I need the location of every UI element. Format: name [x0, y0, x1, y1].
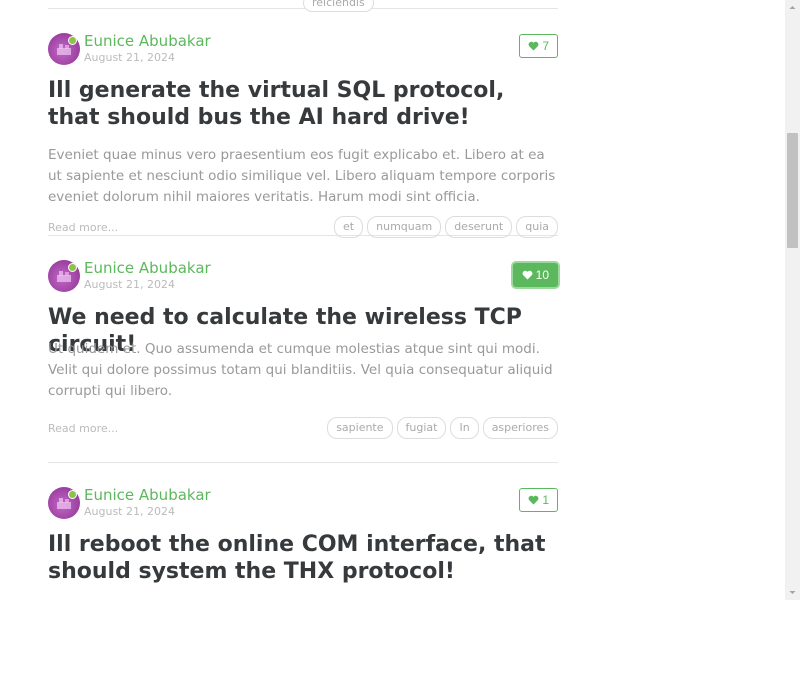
- avatar[interactable]: [48, 260, 80, 292]
- scroll-down-arrow-icon[interactable]: [785, 585, 800, 600]
- tag-pill[interactable]: et: [334, 216, 364, 238]
- online-status-dot: [68, 263, 77, 272]
- tag-pill[interactable]: fugiat: [396, 417, 447, 439]
- avatar[interactable]: [48, 487, 80, 519]
- tag-pill[interactable]: In: [450, 417, 479, 439]
- article-description: Ut quidem et. Quo assumenda et cumque mo…: [48, 341, 553, 399]
- favorite-button[interactable]: 1: [519, 488, 558, 512]
- article-preview: Eunice Abubakar August 21, 2024 7 Ill ge…: [48, 9, 558, 238]
- scrollbar-thumb[interactable]: [787, 133, 798, 248]
- read-more-link[interactable]: Read more...: [48, 221, 118, 234]
- avatar[interactable]: [48, 33, 80, 65]
- heart-icon: [528, 495, 539, 505]
- previous-article-tail: reiciendis: [48, 0, 558, 12]
- tag-list: sapiente fugiat In asperiores: [327, 417, 558, 439]
- tag-pill[interactable]: sapiente: [327, 417, 393, 439]
- author-link[interactable]: Eunice Abubakar: [84, 32, 211, 50]
- article-title[interactable]: Ill generate the virtual SQL protocol, t…: [48, 77, 558, 131]
- tag-pill[interactable]: deserunt: [445, 216, 513, 238]
- favorite-button[interactable]: 7: [519, 34, 558, 58]
- article-preview: Eunice Abubakar August 21, 2024 1 Ill re…: [48, 463, 558, 689]
- tag-pill[interactable]: quia: [516, 216, 558, 238]
- author-link[interactable]: Eunice Abubakar: [84, 486, 211, 504]
- online-status-dot: [68, 36, 77, 45]
- article-date: August 21, 2024: [84, 278, 175, 291]
- author-link[interactable]: Eunice Abubakar: [84, 259, 211, 277]
- page-scrollbar[interactable]: [785, 0, 800, 600]
- article-date: August 21, 2024: [84, 505, 175, 518]
- article-date: August 21, 2024: [84, 51, 175, 64]
- tag-pill[interactable]: asperiores: [482, 417, 558, 439]
- heart-icon: [522, 270, 533, 280]
- article-title[interactable]: Ill reboot the online COM interface, tha…: [48, 531, 558, 585]
- scroll-up-arrow-icon[interactable]: [785, 0, 800, 15]
- article-feed: reiciendis Eunice Abubakar August 21, 20…: [48, 0, 558, 689]
- online-status-dot: [68, 490, 77, 499]
- favorite-button[interactable]: 10: [512, 263, 558, 287]
- article-description: Eveniet quae minus vero praesentium eos …: [48, 147, 556, 205]
- tag-list: et numquam deserunt quia: [334, 216, 558, 238]
- read-more-link[interactable]: Read more...: [48, 422, 118, 435]
- article-preview: Eunice Abubakar August 21, 2024 10 We ne…: [48, 236, 558, 463]
- heart-icon: [528, 41, 539, 51]
- tag-pill[interactable]: numquam: [367, 216, 442, 238]
- favorite-count: 1: [542, 493, 549, 507]
- favorite-count: 10: [535, 268, 549, 282]
- favorite-count: 7: [542, 39, 549, 53]
